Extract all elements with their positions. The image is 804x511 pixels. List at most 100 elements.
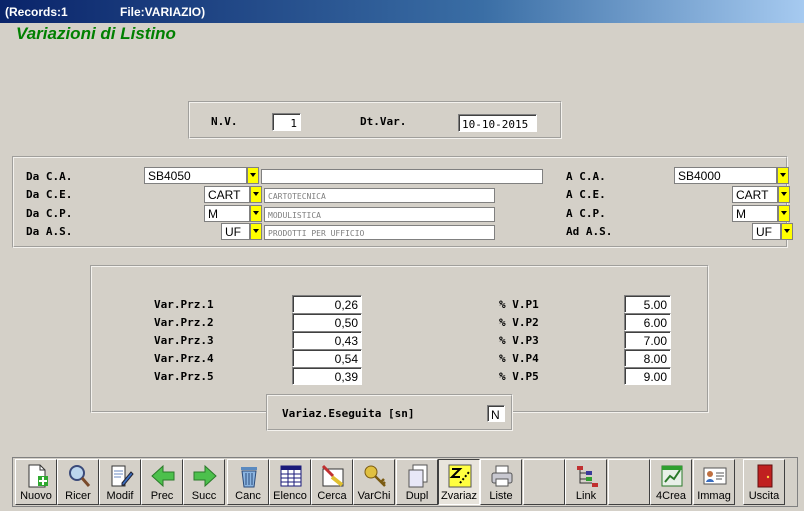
new-document-icon bbox=[28, 464, 48, 488]
elenco-button[interactable]: Elenco bbox=[269, 459, 311, 505]
a-ca-value: SB4000 bbox=[674, 167, 777, 184]
crea4-label: 4Crea bbox=[656, 490, 686, 502]
magnifier-icon bbox=[69, 465, 91, 487]
da-as-label: Da A.S. bbox=[26, 225, 73, 238]
da-ca-select[interactable]: SB4050 bbox=[144, 167, 259, 184]
perc-vp2-field[interactable]: 6.00 bbox=[624, 313, 671, 331]
perc-vp5-field[interactable]: 9.00 bbox=[624, 367, 671, 385]
chevron-down-icon[interactable] bbox=[250, 223, 262, 240]
a-ca-select[interactable]: SB4000 bbox=[674, 167, 789, 184]
da-ce-desc: CARTOTECNICA bbox=[264, 188, 495, 203]
canc-label: Canc bbox=[235, 490, 261, 502]
zvariaz-icon bbox=[448, 464, 472, 488]
canc-button[interactable]: Canc bbox=[227, 459, 269, 505]
ad-as-select[interactable]: UF bbox=[752, 223, 793, 240]
immag-label: Immag bbox=[697, 490, 731, 502]
var-prz-1-field[interactable]: 0,26 bbox=[292, 295, 362, 313]
perc-vp2-label: % V.P2 bbox=[499, 316, 539, 329]
perc-vp3-field[interactable]: 7.00 bbox=[624, 331, 671, 349]
zvariaz-button[interactable]: Zvariaz bbox=[438, 459, 480, 505]
search-list-icon bbox=[321, 464, 344, 487]
a-ce-label: A C.E. bbox=[566, 188, 606, 201]
nuovo-label: Nuovo bbox=[20, 490, 52, 502]
var-prz-4-field[interactable]: 0,54 bbox=[292, 349, 362, 367]
edit-document-icon bbox=[111, 465, 134, 487]
chevron-down-icon[interactable] bbox=[778, 205, 790, 222]
var-prz-3-field[interactable]: 0,43 bbox=[292, 331, 362, 349]
prec-button[interactable]: Prec bbox=[141, 459, 183, 505]
da-ce-label: Da C.E. bbox=[26, 188, 73, 201]
link-label: Link bbox=[575, 490, 597, 502]
var-prz-4-label: Var.Prz.4 bbox=[154, 352, 214, 365]
liste-button[interactable]: Liste bbox=[480, 459, 522, 505]
key-icon bbox=[364, 465, 386, 487]
printer-icon bbox=[491, 465, 513, 487]
cerca-button[interactable]: Cerca bbox=[311, 459, 353, 505]
perc-vp4-label: % V.P4 bbox=[499, 352, 539, 365]
window-titlebar: (Records:1 File:VARIAZIO) bbox=[0, 0, 804, 23]
chevron-down-icon[interactable] bbox=[250, 186, 262, 203]
cerca-label: Cerca bbox=[317, 490, 347, 502]
a-cp-value: M bbox=[732, 205, 778, 222]
a-ce-select[interactable]: CART bbox=[732, 186, 790, 203]
ricer-label: Ricer bbox=[65, 490, 91, 502]
arrow-left-icon bbox=[151, 464, 175, 488]
page-title: Variazioni di Listino bbox=[16, 24, 176, 43]
perc-vp5-label: % V.P5 bbox=[499, 370, 539, 383]
arrow-right-icon bbox=[193, 464, 217, 488]
da-as-select[interactable]: UF bbox=[221, 223, 262, 240]
perc-vp1-field[interactable]: 5.00 bbox=[624, 295, 671, 313]
trash-icon bbox=[241, 467, 257, 488]
da-ce-value: CART bbox=[204, 186, 250, 203]
chevron-down-icon[interactable] bbox=[250, 205, 262, 222]
a-cp-select[interactable]: M bbox=[732, 205, 790, 222]
blank-button-2[interactable] bbox=[608, 459, 650, 505]
dupl-label: Dupl bbox=[405, 490, 429, 502]
chevron-down-icon[interactable] bbox=[247, 167, 259, 184]
da-cp-value: M bbox=[204, 205, 250, 222]
dt-var-field[interactable]: 10-10-2015 bbox=[458, 114, 537, 132]
modif-button[interactable]: Modif bbox=[99, 459, 141, 505]
ad-as-label: Ad A.S. bbox=[566, 225, 613, 238]
chevron-down-icon[interactable] bbox=[777, 167, 789, 184]
records-count: (Records:1 bbox=[5, 5, 68, 19]
uscita-button[interactable]: Uscita bbox=[743, 459, 785, 505]
image-card-icon bbox=[703, 467, 727, 485]
chevron-down-icon[interactable] bbox=[778, 186, 790, 203]
succ-label: Succ bbox=[191, 490, 217, 502]
da-ca-label: Da C.A. bbox=[26, 170, 73, 183]
var-prz-3-label: Var.Prz.3 bbox=[154, 334, 214, 347]
da-cp-label: Da C.P. bbox=[26, 207, 73, 220]
nv-label: N.V. bbox=[211, 115, 238, 128]
ricer-button[interactable]: Ricer bbox=[57, 459, 99, 505]
link-button[interactable]: Link bbox=[565, 459, 607, 505]
var-prz-5-field[interactable]: 0,39 bbox=[292, 367, 362, 385]
nv-field[interactable]: 1 bbox=[272, 113, 301, 131]
blank-button-1[interactable] bbox=[523, 459, 565, 505]
da-ca-value: SB4050 bbox=[144, 167, 247, 184]
da-as-value: UF bbox=[221, 223, 250, 240]
dupl-button[interactable]: Dupl bbox=[396, 459, 438, 505]
modif-label: Modif bbox=[106, 490, 134, 502]
da-as-desc: PRODOTTI PER UFFICIO bbox=[264, 225, 495, 240]
var-prz-2-field[interactable]: 0,50 bbox=[292, 313, 362, 331]
exit-door-icon bbox=[757, 464, 773, 488]
a-ce-value: CART bbox=[732, 186, 778, 203]
liste-label: Liste bbox=[489, 490, 513, 502]
da-ce-select[interactable]: CART bbox=[204, 186, 262, 203]
zvariaz-label: Zvariaz bbox=[440, 490, 478, 502]
var-prz-5-label: Var.Prz.5 bbox=[154, 370, 214, 383]
link-tree-icon bbox=[577, 466, 598, 487]
immag-button[interactable]: Immag bbox=[693, 459, 735, 505]
chevron-down-icon[interactable] bbox=[781, 223, 793, 240]
eseguita-field[interactable]: N bbox=[487, 405, 505, 422]
varchi-button[interactable]: VarChi bbox=[353, 459, 395, 505]
prec-label: Prec bbox=[150, 490, 174, 502]
nuovo-button[interactable]: Nuovo bbox=[15, 459, 57, 505]
da-cp-select[interactable]: M bbox=[204, 205, 262, 222]
succ-button[interactable]: Succ bbox=[183, 459, 225, 505]
crea4-button[interactable]: 4Crea bbox=[650, 459, 692, 505]
da-ca-desc bbox=[261, 169, 543, 184]
table-icon bbox=[280, 465, 302, 487]
perc-vp4-field[interactable]: 8.00 bbox=[624, 349, 671, 367]
